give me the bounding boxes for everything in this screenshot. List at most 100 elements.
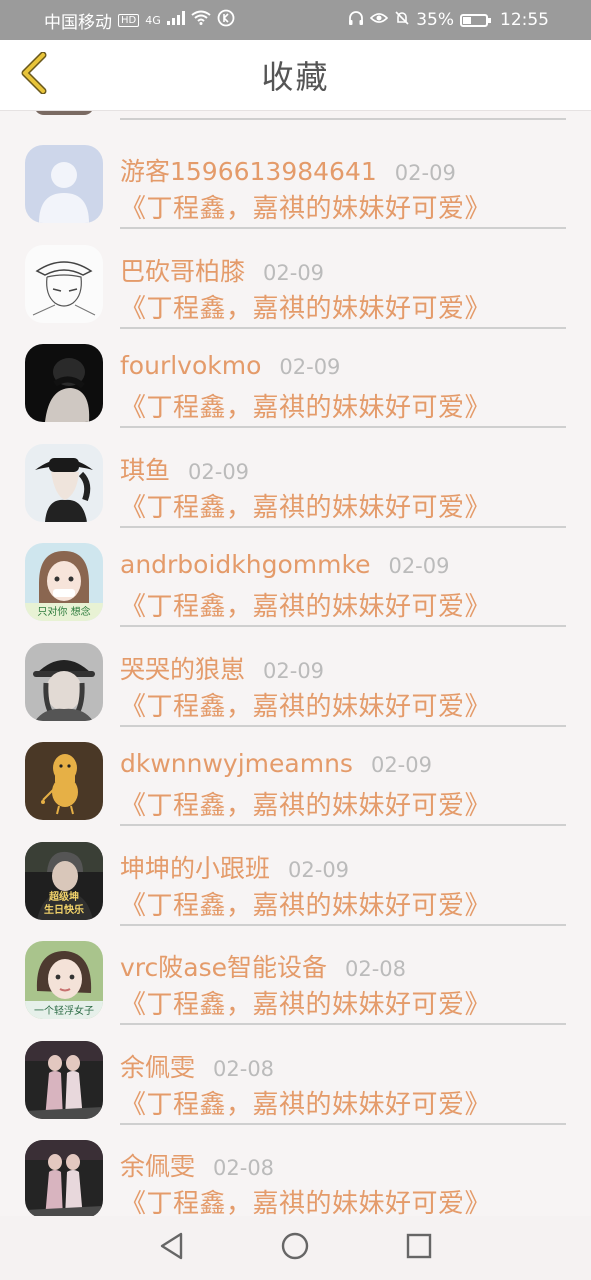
clock: 12:55 <box>500 10 549 30</box>
list-item[interactable]: 超级坤 生日快乐 坤坤的小跟班 02-09 《丁程鑫，嘉祺的妹妹好可爱》 <box>0 818 591 926</box>
item-date: 02-08 <box>213 1156 275 1180</box>
eye-icon <box>370 10 389 30</box>
item-meta: 琪鱼 02-09 <box>120 451 249 487</box>
avatar[interactable] <box>25 642 103 721</box>
item-date: 02-08 <box>345 957 407 981</box>
item-meta: 余佩雯 02-08 <box>120 1048 274 1084</box>
avatar[interactable] <box>25 1040 103 1119</box>
list-item[interactable]: 余佩雯 02-08 《丁程鑫，嘉祺的妹妹好可爱》 <box>0 1017 591 1125</box>
favorite-title[interactable]: 《丁程鑫，嘉祺的妹妹好可爱》 <box>120 586 491 623</box>
item-date: 02-09 <box>388 554 450 578</box>
default-user-icon <box>25 145 103 223</box>
favorite-title[interactable]: 《丁程鑫，嘉祺的妹妹好可爱》 <box>120 288 491 325</box>
svg-text:一个轻浮女子: 一个轻浮女子 <box>34 1004 94 1017</box>
nav-home-button[interactable] <box>275 1228 315 1268</box>
favorite-title[interactable]: 《丁程鑫，嘉祺的妹妹好可爱》 <box>120 1183 491 1216</box>
partial-avatar <box>34 111 94 115</box>
wifi-icon <box>191 10 211 30</box>
back-button[interactable] <box>14 51 54 98</box>
favorite-title[interactable]: 《丁程鑫，嘉祺的妹妹好可爱》 <box>120 984 491 1021</box>
username[interactable]: andrboidkhgommke <box>120 550 370 579</box>
avatar[interactable]: 一个轻浮女子 <box>25 941 103 1019</box>
network-type-label: 4G <box>145 13 161 27</box>
avatar[interactable]: 超级坤 生日快乐 <box>25 841 103 920</box>
item-meta: 坤坤的小跟班 02-09 <box>120 849 349 885</box>
avatar[interactable] <box>25 742 103 820</box>
favorite-title[interactable]: 《丁程鑫，嘉祺的妹妹好可爱》 <box>120 686 491 723</box>
svg-text:只对你 想念: 只对你 想念 <box>37 605 90 618</box>
item-date: 02-09 <box>394 161 456 185</box>
portrait-photo-avatar: 一个轻浮女子 <box>25 941 103 1019</box>
system-nav-bar <box>0 1216 591 1280</box>
battery-icon <box>460 13 491 27</box>
list-item[interactable]: 游客1596613984641 02-09 《丁程鑫，嘉祺的妹妹好可爱》 <box>0 121 591 229</box>
item-meta: fourlvokmo 02-09 <box>120 351 340 380</box>
sketch-avatar <box>25 244 103 323</box>
list-item[interactable]: 余佩雯 02-08 《丁程鑫，嘉祺的妹妹好可爱》 <box>0 1116 591 1216</box>
item-meta: dkwnnwyjmeamns 02-09 <box>120 749 432 778</box>
signal-icon <box>166 10 185 30</box>
favorites-list[interactable]: 游客1596613984641 02-09 《丁程鑫，嘉祺的妹妹好可爱》 巴砍哥柏膝 0… <box>0 111 591 1216</box>
page-title: 收藏 <box>261 58 330 96</box>
username[interactable]: vrc陂ase智能设备 <box>120 948 327 984</box>
dark-photo-avatar <box>25 344 103 422</box>
item-date: 02-09 <box>370 753 432 777</box>
nav-back-button[interactable] <box>152 1228 192 1268</box>
favorite-title[interactable]: 《丁程鑫，嘉祺的妹妹好可爱》 <box>120 885 491 922</box>
username[interactable]: 巴砍哥柏膝 <box>120 252 245 288</box>
svg-text:超级坤: 超级坤 <box>48 890 79 903</box>
avatar[interactable] <box>25 344 103 422</box>
item-meta: 哭哭的狼崽 02-09 <box>120 650 324 686</box>
avatar[interactable] <box>25 145 103 223</box>
username[interactable]: 余佩雯 <box>120 1048 195 1084</box>
status-right: 35% 12:55 <box>348 10 549 31</box>
k-app-icon <box>217 9 235 32</box>
username[interactable]: 琪鱼 <box>120 451 170 487</box>
cap-photo-avatar <box>25 642 103 721</box>
peanut-avatar <box>25 742 103 820</box>
triangle-back-icon <box>159 1232 185 1264</box>
username[interactable]: 坤坤的小跟班 <box>120 849 270 885</box>
status-left: 中国移动 HD 4G <box>44 8 235 33</box>
item-date: 02-09 <box>263 260 325 285</box>
avatar[interactable] <box>25 1140 103 1216</box>
favorite-title[interactable]: 《丁程鑫，嘉祺的妹妹好可爱》 <box>120 387 491 424</box>
list-item[interactable]: fourlvokmo 02-09 《丁程鑫，嘉祺的妹妹好可爱》 <box>0 320 591 428</box>
username[interactable]: 哭哭的狼崽 <box>120 650 245 686</box>
favorite-title[interactable]: 《丁程鑫，嘉祺的妹妹好可爱》 <box>120 785 491 822</box>
circle-home-icon <box>280 1231 310 1265</box>
carrier-label: 中国移动 <box>44 12 112 33</box>
list-item[interactable]: dkwnnwyjmeamns 02-09 《丁程鑫，嘉祺的妹妹好可爱》 <box>0 718 591 826</box>
username[interactable]: 游客1596613984641 <box>120 152 377 188</box>
list-item[interactable]: 琪鱼 02-09 《丁程鑫，嘉祺的妹妹好可爱》 <box>0 420 591 528</box>
status-bar: 中国移动 HD 4G 35% 12:55 <box>0 0 591 40</box>
svg-text:生日快乐: 生日快乐 <box>44 903 84 916</box>
birthday-photo-avatar: 超级坤 生日快乐 <box>25 841 103 920</box>
favorite-title[interactable]: 《丁程鑫，嘉祺的妹妹好可爱》 <box>120 1084 491 1121</box>
username[interactable]: 余佩雯 <box>120 1147 195 1183</box>
list-item[interactable]: 只对你 想念 andrboidkhgommke 02-09 《丁程鑫，嘉祺的妹妹好可爱… <box>0 519 591 627</box>
username[interactable]: dkwnnwyjmeamns <box>120 749 353 778</box>
square-recents-icon <box>406 1233 432 1263</box>
item-date: 02-09 <box>288 857 350 882</box>
avatar[interactable] <box>25 443 103 522</box>
list-item[interactable]: 哭哭的狼崽 02-09 《丁程鑫，嘉祺的妹妹好可爱》 <box>0 619 591 727</box>
item-date: 02-09 <box>279 355 341 379</box>
list-divider <box>120 118 566 120</box>
hd-icon: HD <box>118 13 140 27</box>
favorite-title[interactable]: 《丁程鑫，嘉祺的妹妹好可爱》 <box>120 188 491 225</box>
list-item[interactable]: 一个轻浮女子 vrc陂ase智能设备 02-08 《丁程鑫，嘉祺的妹妹好可爱》 <box>0 917 591 1025</box>
avatar[interactable] <box>25 244 103 323</box>
favorite-title[interactable]: 《丁程鑫，嘉祺的妹妹好可爱》 <box>120 487 491 524</box>
list-item[interactable]: 巴砍哥柏膝 02-09 《丁程鑫，嘉祺的妹妹好可爱》 <box>0 221 591 329</box>
item-meta: 巴砍哥柏膝 02-09 <box>120 252 324 288</box>
headphones-icon <box>348 10 364 31</box>
username[interactable]: fourlvokmo <box>120 351 261 380</box>
item-date: 02-08 <box>213 1056 275 1081</box>
item-date: 02-09 <box>188 459 250 484</box>
battery-level <box>463 16 471 24</box>
nav-recents-button[interactable] <box>399 1228 439 1268</box>
item-meta: 游客1596613984641 02-09 <box>120 152 456 188</box>
avatar[interactable]: 只对你 想念 <box>25 543 103 621</box>
app-header: 收藏 <box>0 40 591 111</box>
